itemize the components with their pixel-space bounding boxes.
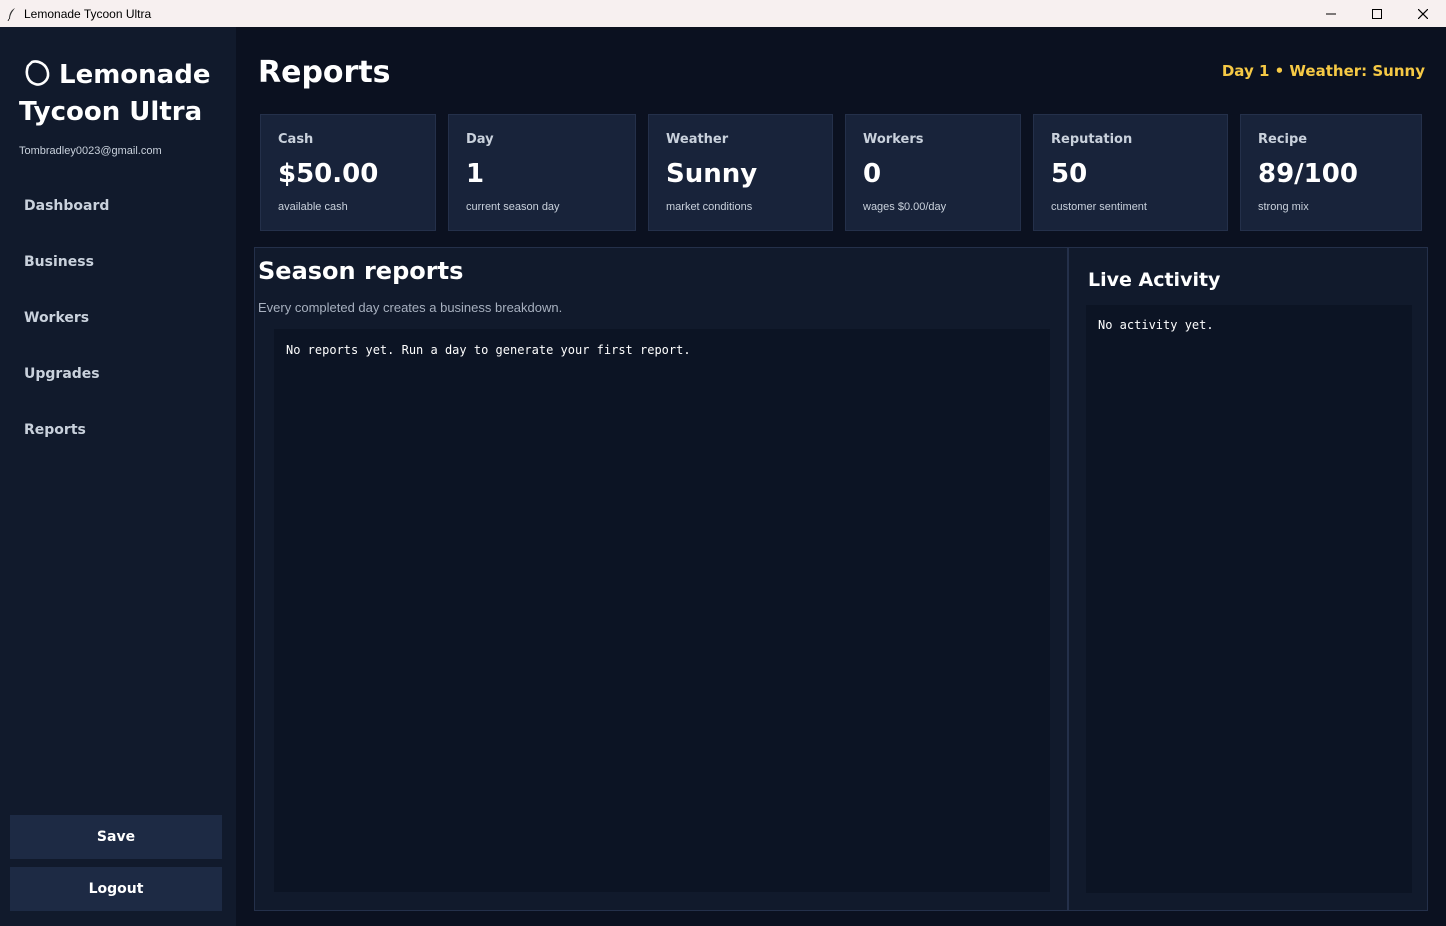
nav-item-reports[interactable]: Reports (24, 422, 86, 438)
stat-value: 1 (466, 159, 485, 189)
nav-item-upgrades[interactable]: Upgrades (24, 366, 100, 382)
stat-label: Recipe (1258, 132, 1308, 147)
nav-item-dashboard[interactable]: Dashboard (24, 198, 109, 214)
stat-card-recipe: Recipe 89/100 strong mix (1240, 114, 1422, 231)
reports-textbox[interactable]: No reports yet. Run a day to generate yo… (274, 329, 1050, 892)
stat-value: 89/100 (1258, 159, 1358, 189)
window-titlebar: Lemonade Tycoon Ultra (0, 0, 1446, 27)
save-button[interactable]: Save (10, 815, 222, 859)
reports-content: No reports yet. Run a day to generate yo… (286, 343, 691, 357)
season-reports-panel: Season reports Every completed day creat… (254, 247, 1068, 911)
reports-description: Every completed day creates a business b… (258, 300, 563, 315)
page-title: Reports (258, 55, 391, 90)
stat-label: Cash (278, 132, 314, 147)
stat-subtext: current season day (466, 201, 560, 213)
stat-label: Weather (666, 132, 729, 147)
live-activity-panel: Live Activity No activity yet. (1068, 247, 1428, 911)
stat-card-reputation: Reputation 50 customer sentiment (1033, 114, 1228, 231)
stat-subtext: available cash (278, 201, 348, 213)
stat-subtext: wages $0.00/day (863, 201, 947, 213)
window-title: Lemonade Tycoon Ultra (24, 6, 152, 21)
stat-subtext: customer sentiment (1051, 201, 1147, 213)
nav-item-business[interactable]: Business (24, 254, 94, 270)
brand-line-1: Lemonade (59, 60, 211, 90)
stat-value: $50.00 (278, 159, 379, 189)
activity-content: No activity yet. (1098, 318, 1214, 332)
stat-subtext: strong mix (1258, 201, 1309, 213)
minimize-icon[interactable] (1308, 0, 1354, 27)
logout-button[interactable]: Logout (10, 867, 222, 911)
stat-label: Day (466, 132, 494, 147)
activity-textbox[interactable]: No activity yet. (1086, 305, 1412, 893)
feather-icon (2, 0, 22, 27)
lemon-icon (22, 58, 52, 88)
stat-label: Workers (863, 132, 924, 147)
brand-line-2: Tycoon Ultra (19, 97, 203, 127)
stat-value: 50 (1051, 159, 1088, 189)
app-brand: Lemonade Tycoon Ultra (19, 57, 229, 131)
stat-card-weather: Weather Sunny market conditions (648, 114, 833, 231)
stat-label: Reputation (1051, 132, 1133, 147)
user-email: Tombradley0023@gmail.com (19, 145, 162, 157)
stat-value: Sunny (666, 159, 758, 189)
maximize-icon[interactable] (1354, 0, 1400, 27)
day-weather-status: Day 1 • Weather: Sunny (1221, 62, 1425, 80)
stat-card-cash: Cash $50.00 available cash (260, 114, 436, 231)
stat-subtext: market conditions (666, 201, 753, 213)
stat-card-workers: Workers 0 wages $0.00/day (845, 114, 1021, 231)
reports-title: Season reports (258, 257, 464, 285)
sidebar: Lemonade Tycoon Ultra Tombradley0023@gma… (0, 27, 236, 926)
close-icon[interactable] (1400, 0, 1446, 27)
nav-item-workers[interactable]: Workers (24, 310, 89, 326)
activity-title: Live Activity (1088, 269, 1221, 291)
stat-value: 0 (863, 159, 882, 189)
stat-card-day: Day 1 current season day (448, 114, 636, 231)
